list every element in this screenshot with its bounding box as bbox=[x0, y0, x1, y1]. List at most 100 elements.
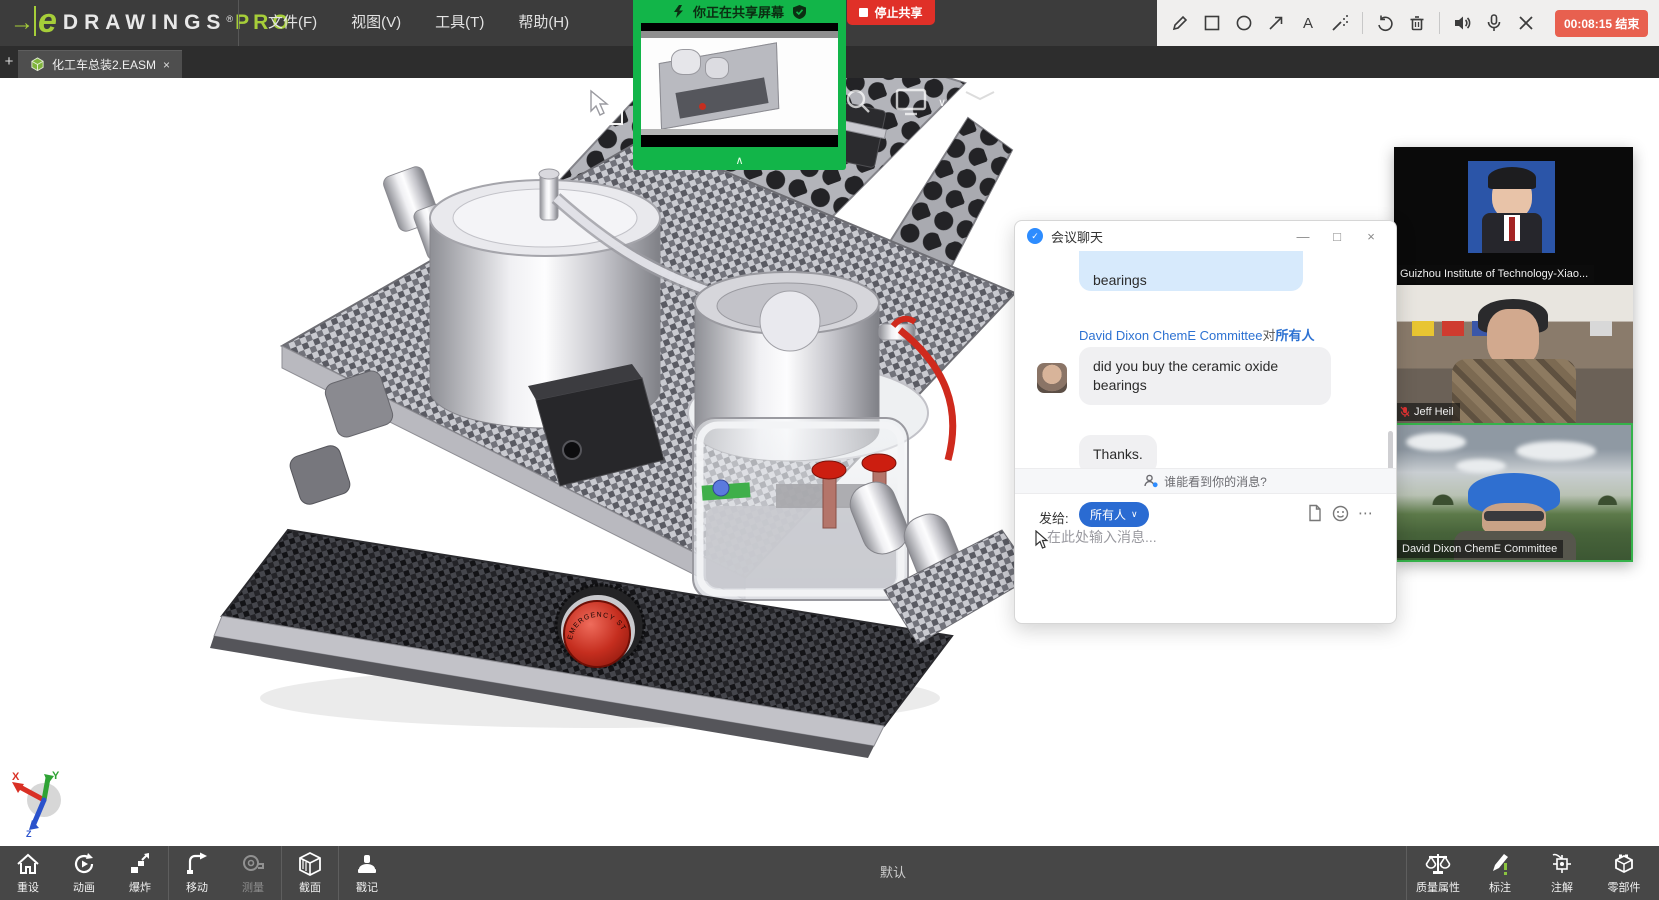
rectangle-tool-icon[interactable] bbox=[1199, 10, 1225, 36]
attach-file-icon[interactable] bbox=[1307, 504, 1323, 522]
brick-icon bbox=[1611, 851, 1637, 877]
stop-square-icon bbox=[859, 8, 868, 17]
menu-file[interactable]: 文件(F) bbox=[251, 0, 334, 46]
flag-decoration bbox=[1590, 321, 1612, 336]
person-icon bbox=[1144, 474, 1158, 488]
reset-button[interactable]: 重设 bbox=[0, 846, 56, 900]
cursor-highlight-box bbox=[575, 80, 623, 125]
shield-check-icon bbox=[793, 5, 806, 19]
minimize-icon[interactable]: — bbox=[1290, 229, 1316, 244]
home-icon bbox=[15, 851, 41, 877]
video-tile-participant-1[interactable]: Guizhou Institute of Technology-Xiao... bbox=[1394, 147, 1633, 285]
chat-app-icon: ✓ bbox=[1027, 228, 1043, 244]
clear-trash-icon[interactable] bbox=[1404, 10, 1430, 36]
mini-screen-preview bbox=[641, 31, 838, 135]
chat-title: 会议聊天 bbox=[1051, 227, 1282, 246]
arrow-tool-icon[interactable] bbox=[1263, 10, 1289, 36]
send-to-label: 发给: bbox=[1039, 508, 1069, 527]
animate-button[interactable]: 动画 bbox=[56, 846, 112, 900]
markup-pencil-icon bbox=[1487, 851, 1513, 877]
chat-compose-area: 发给: 所有人 ∨ ⋯ bbox=[1015, 494, 1396, 624]
stamp-button[interactable]: 戳记 bbox=[339, 846, 395, 900]
markup-button[interactable]: 标注 bbox=[1469, 846, 1531, 900]
flag-decoration bbox=[1412, 321, 1434, 336]
emoji-icon[interactable] bbox=[1332, 505, 1349, 522]
tab-title: 化工车总装2.EASM bbox=[52, 56, 156, 73]
close-icon[interactable]: × bbox=[1358, 229, 1384, 244]
shared-screen-thumbnail bbox=[641, 23, 838, 147]
move-button[interactable]: 移动 bbox=[169, 846, 225, 900]
microphone-icon[interactable] bbox=[1481, 10, 1507, 36]
flag-decoration bbox=[1442, 321, 1464, 336]
edrawings-logo: → e DRAWINGS ® PRO bbox=[0, 6, 238, 40]
ellipse-tool-icon[interactable] bbox=[1231, 10, 1257, 36]
menu-tools[interactable]: 工具(T) bbox=[418, 0, 501, 46]
recipient-dropdown[interactable]: 所有人 ∨ bbox=[1079, 502, 1149, 527]
play-cycle-icon bbox=[71, 851, 97, 877]
svg-text:Z: Z bbox=[26, 829, 32, 838]
caret-down-icon: ∨ bbox=[1131, 509, 1138, 520]
viewer-toolbar: 重设 动画 爆炸 移动 bbox=[0, 846, 1659, 900]
chat-bubble-own: bearings bbox=[1079, 251, 1303, 291]
application-window: EMERGENCY STOP ∨ ∨ bbox=[0, 0, 1659, 900]
screen-view-icon[interactable] bbox=[893, 86, 929, 118]
chat-scrollbar[interactable] bbox=[1388, 431, 1393, 468]
participant-name-label: David Dixon ChemE Committee bbox=[1396, 540, 1563, 558]
menu-view[interactable]: 视图(V) bbox=[334, 0, 418, 46]
more-options-icon[interactable]: ⋯ bbox=[1358, 504, 1374, 522]
caret-down-icon[interactable]: ∨ bbox=[938, 96, 946, 109]
section-cube-icon bbox=[297, 851, 323, 877]
package-icon[interactable] bbox=[962, 82, 998, 118]
new-tab-button[interactable]: + bbox=[0, 46, 18, 78]
meeting-chat-window: ✓ 会议聊天 — □ × bearings David Dixon ChemE … bbox=[1014, 220, 1397, 624]
tab-close-icon[interactable]: × bbox=[163, 58, 170, 72]
spotlight-tool-icon[interactable] bbox=[1327, 10, 1353, 36]
orientation-triad: X Y Z bbox=[6, 770, 76, 838]
annotations-button[interactable]: 注解 bbox=[1531, 846, 1593, 900]
configuration-name[interactable]: 默认 bbox=[880, 846, 906, 900]
svg-text:A: A bbox=[1303, 15, 1313, 32]
chat-message-input[interactable] bbox=[1047, 529, 1367, 545]
undo-icon[interactable] bbox=[1372, 10, 1398, 36]
text-tool-icon[interactable]: A bbox=[1295, 10, 1321, 36]
mass-properties-button[interactable]: 质量属性 bbox=[1407, 846, 1469, 900]
share-banner-text: 你正在共享屏幕 bbox=[693, 2, 784, 21]
speaker-icon[interactable] bbox=[1449, 10, 1475, 36]
zoom-icon[interactable] bbox=[843, 86, 873, 118]
share-collapse-button[interactable]: ∧ bbox=[633, 154, 846, 170]
divider bbox=[1362, 12, 1363, 34]
stop-share-button[interactable]: 停止共享 bbox=[847, 0, 935, 25]
video-tile-participant-3[interactable]: David Dixon ChemE Committee bbox=[1394, 423, 1633, 562]
assembly-cube-icon bbox=[30, 57, 45, 72]
meeting-timer-end-button[interactable]: 00:08:15 结束 bbox=[1555, 10, 1648, 37]
svg-text:X: X bbox=[12, 771, 20, 783]
chat-message-list[interactable]: bearings David Dixon ChemE Committee对所有人… bbox=[1015, 251, 1396, 468]
close-toolbar-icon[interactable] bbox=[1513, 10, 1539, 36]
chat-title-bar[interactable]: ✓ 会议聊天 — □ × bbox=[1015, 221, 1396, 251]
participant-video-panel: Guizhou Institute of Technology-Xiao... … bbox=[1394, 147, 1633, 562]
tape-measure-icon bbox=[240, 851, 266, 877]
balance-scale-icon bbox=[1425, 851, 1451, 877]
logo-name: DRAWINGS bbox=[63, 11, 227, 35]
caret-down-icon[interactable]: ∨ bbox=[1070, 96, 1078, 109]
stamp-icon bbox=[354, 851, 380, 877]
chat-privacy-note[interactable]: 谁能看到你的消息? bbox=[1015, 468, 1396, 494]
screen-share-widget: 你正在共享屏幕 ∧ bbox=[633, 0, 846, 170]
maximize-icon[interactable]: □ bbox=[1324, 229, 1350, 244]
chat-bubble-peer: Thanks. bbox=[1079, 435, 1157, 468]
video-tile-participant-2[interactable]: Jeff Heil bbox=[1394, 285, 1633, 423]
components-button[interactable]: 零部件 bbox=[1593, 846, 1655, 900]
avatar bbox=[1037, 363, 1067, 393]
pen-tool-icon[interactable] bbox=[1167, 10, 1193, 36]
menu-help[interactable]: 帮助(H) bbox=[501, 0, 586, 46]
logo-reg: ® bbox=[226, 14, 233, 24]
tab-active-document[interactable]: 化工车总装2.EASM × bbox=[18, 50, 182, 78]
explode-button[interactable]: 爆炸 bbox=[112, 846, 168, 900]
section-button[interactable]: 截面 bbox=[282, 846, 338, 900]
meeting-annotation-toolbar: A 00:08:15 结束 bbox=[1157, 0, 1659, 46]
isometric-cube-icon[interactable] bbox=[1028, 86, 1062, 120]
divider bbox=[238, 0, 239, 46]
participant-name-label: Guizhou Institute of Technology-Xiao... bbox=[1394, 265, 1594, 283]
mouse-pointer-icon bbox=[587, 89, 611, 117]
logo-arrow-icon: → bbox=[10, 9, 32, 37]
